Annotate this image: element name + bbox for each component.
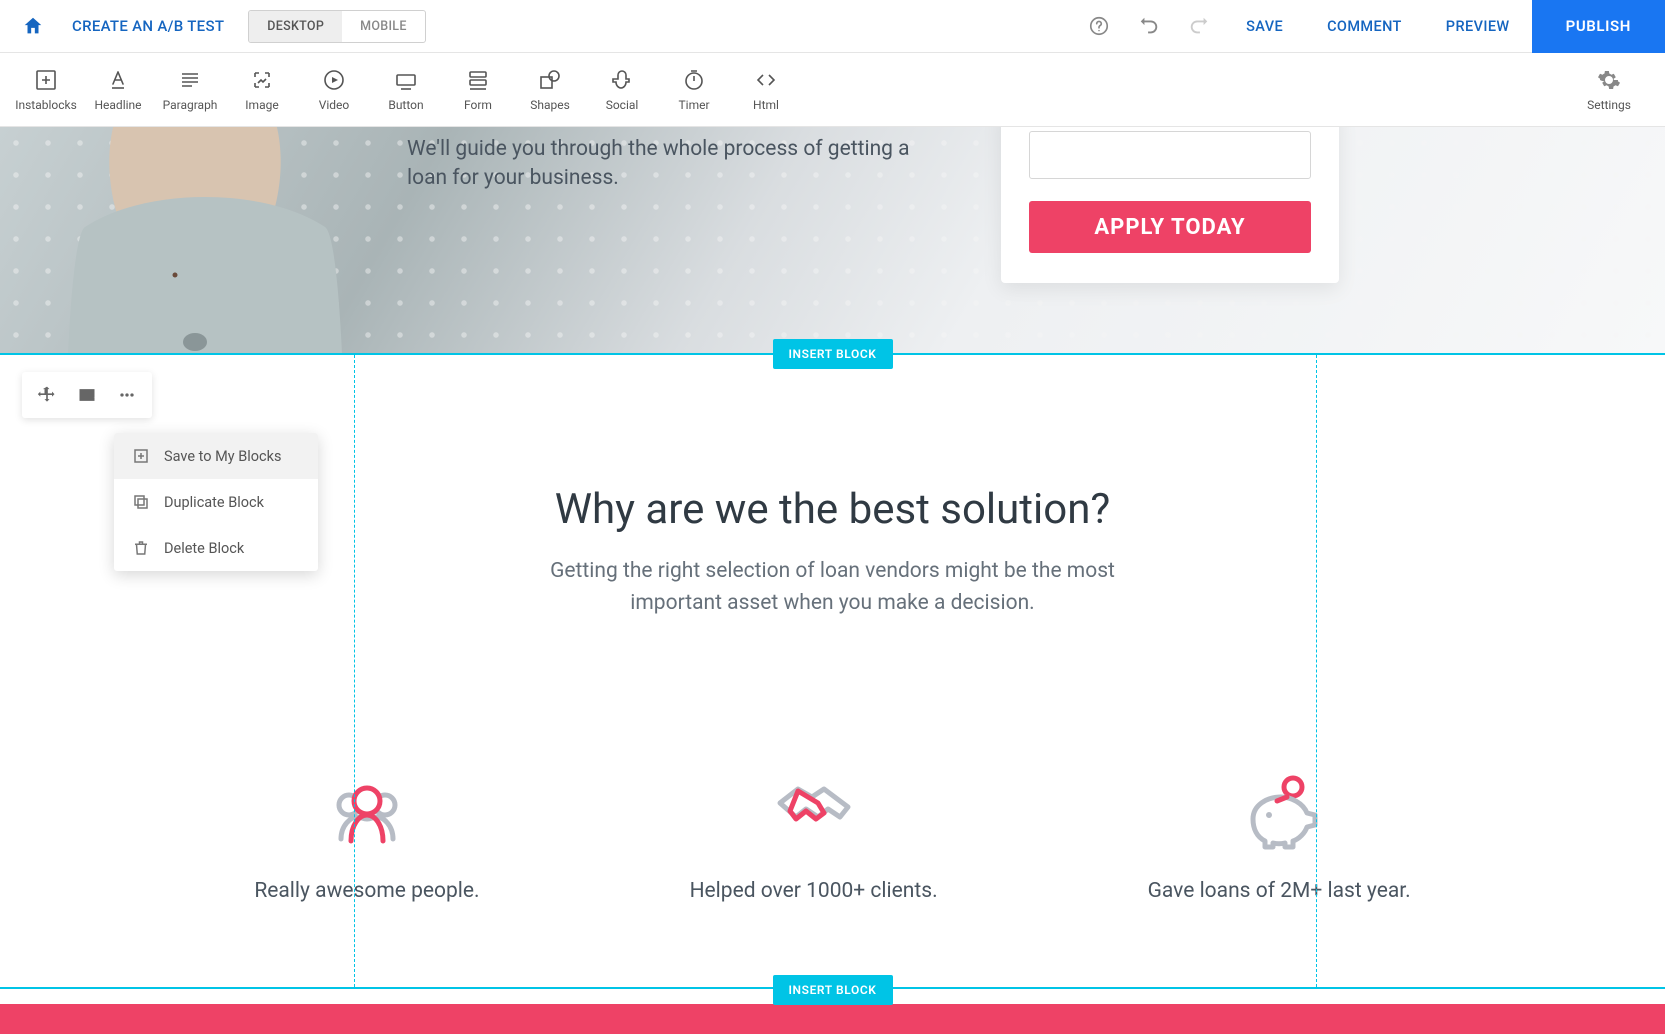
save-to-my-blocks-item[interactable]: Save to My Blocks xyxy=(114,433,318,479)
timer-tool[interactable]: Timer xyxy=(658,68,730,112)
apply-today-button[interactable]: APPLY TODAY xyxy=(1029,201,1311,253)
insert-block-top[interactable]: INSERT BLOCK xyxy=(773,339,893,369)
hero-form-card[interactable]: APPLY TODAY xyxy=(1001,127,1339,283)
duplicate-block-label: Duplicate Block xyxy=(164,494,264,511)
delete-block-label: Delete Block xyxy=(164,540,244,557)
block-context-menu: Save to My Blocks Duplicate Block Delete… xyxy=(114,433,318,571)
device-toggle: DESKTOP MOBILE xyxy=(248,10,425,43)
social-label: Social xyxy=(606,98,639,112)
feature-people[interactable]: Really awesome people. xyxy=(254,769,479,903)
device-mobile-tab[interactable]: MOBILE xyxy=(342,11,425,42)
social-tool[interactable]: Social xyxy=(586,68,658,112)
feature-clients[interactable]: Helped over 1000+ clients. xyxy=(690,769,938,903)
features-row: Really awesome people. Helped over 1000+… xyxy=(0,769,1665,903)
redo-icon[interactable] xyxy=(1174,0,1224,53)
image-tool[interactable]: Image xyxy=(226,68,298,112)
preview-button[interactable]: PREVIEW xyxy=(1424,0,1532,53)
hero-subheading[interactable]: We'll guide you through the whole proces… xyxy=(407,135,910,194)
delete-block-item[interactable]: Delete Block xyxy=(114,525,318,571)
form-label: Form xyxy=(464,98,492,112)
button-label: Button xyxy=(388,98,423,112)
hero-section[interactable]: We'll guide you through the whole proces… xyxy=(0,127,1665,353)
people-icon xyxy=(321,769,413,851)
background-block-icon[interactable] xyxy=(70,378,104,412)
instablocks-label: Instablocks xyxy=(15,98,77,112)
move-block-icon[interactable] xyxy=(30,378,64,412)
comment-button[interactable]: COMMENT xyxy=(1305,0,1424,53)
duplicate-icon xyxy=(132,493,150,511)
hero-form-input[interactable] xyxy=(1029,131,1311,179)
headline-tool[interactable]: Headline xyxy=(82,68,154,112)
help-icon[interactable] xyxy=(1074,0,1124,53)
home-icon[interactable] xyxy=(22,15,44,37)
image-label: Image xyxy=(245,98,278,112)
headline-label: Headline xyxy=(94,98,141,112)
instablocks-tool[interactable]: Instablocks xyxy=(10,68,82,112)
handshake-icon xyxy=(768,769,860,851)
html-label: Html xyxy=(753,98,779,112)
piggybank-icon xyxy=(1233,769,1325,851)
more-block-icon[interactable] xyxy=(110,378,144,412)
block-toolbar xyxy=(22,372,152,418)
settings-label: Settings xyxy=(1587,98,1631,112)
feature-loans[interactable]: Gave loans of 2M+ last year. xyxy=(1148,769,1411,903)
trash-icon xyxy=(132,539,150,557)
top-bar: CREATE AN A/B TEST DESKTOP MOBILE SAVE C… xyxy=(0,0,1665,53)
publish-button[interactable]: PUBLISH xyxy=(1532,0,1665,53)
save-to-my-blocks-label: Save to My Blocks xyxy=(164,448,281,465)
html-tool[interactable]: Html xyxy=(730,68,802,112)
next-section-sliver[interactable] xyxy=(0,1004,1665,1034)
paragraph-label: Paragraph xyxy=(163,98,218,112)
hero-person-image xyxy=(45,127,345,353)
shapes-tool[interactable]: Shapes xyxy=(514,68,586,112)
duplicate-block-item[interactable]: Duplicate Block xyxy=(114,479,318,525)
video-label: Video xyxy=(319,98,350,112)
save-button[interactable]: SAVE xyxy=(1224,0,1305,53)
shapes-label: Shapes xyxy=(530,98,570,112)
feature-loans-caption: Gave loans of 2M+ last year. xyxy=(1148,879,1411,903)
device-desktop-tab[interactable]: DESKTOP xyxy=(249,11,342,42)
save-block-icon xyxy=(132,447,150,465)
undo-icon[interactable] xyxy=(1124,0,1174,53)
timer-label: Timer xyxy=(678,98,709,112)
feature-clients-caption: Helped over 1000+ clients. xyxy=(690,879,938,903)
solution-sub2: important asset when you make a decision… xyxy=(630,591,1034,615)
element-toolbar: Instablocks Headline Paragraph Image Vid… xyxy=(0,53,1665,127)
insert-block-bottom[interactable]: INSERT BLOCK xyxy=(773,975,893,1005)
canvas[interactable]: We'll guide you through the whole proces… xyxy=(0,127,1665,1034)
form-tool[interactable]: Form xyxy=(442,68,514,112)
settings-tool[interactable]: Settings xyxy=(1573,68,1645,112)
hero-line2: loan for your business. xyxy=(407,166,619,190)
button-tool[interactable]: Button xyxy=(370,68,442,112)
feature-people-caption: Really awesome people. xyxy=(254,879,479,903)
create-ab-test-link[interactable]: CREATE AN A/B TEST xyxy=(72,17,224,35)
hero-line1: We'll guide you through the whole proces… xyxy=(407,137,910,161)
solution-sub1: Getting the right selection of loan vend… xyxy=(550,559,1115,583)
video-tool[interactable]: Video xyxy=(298,68,370,112)
paragraph-tool[interactable]: Paragraph xyxy=(154,68,226,112)
